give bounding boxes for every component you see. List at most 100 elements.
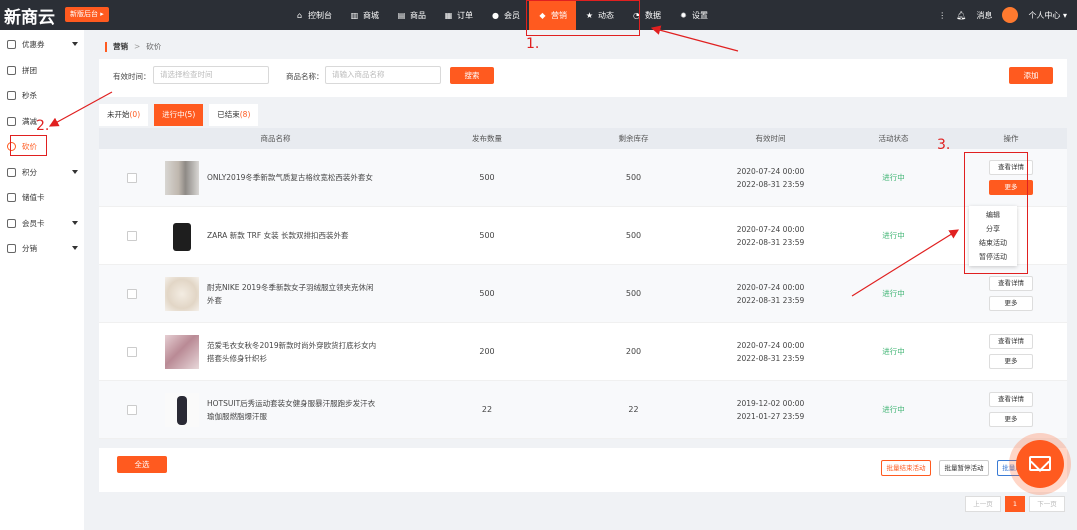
valid-time: 2020-07-24 00:00 2022-08-31 23:59 bbox=[709, 223, 832, 249]
breadcrumb-root[interactable]: 营销 bbox=[113, 41, 128, 52]
start-time: 2019-12-02 00:00 bbox=[736, 398, 805, 408]
tab-ended[interactable]: 已结束(8) bbox=[209, 104, 259, 126]
nav-label: 订单 bbox=[457, 10, 473, 20]
message-fab[interactable] bbox=[1016, 440, 1064, 488]
start-time: 2020-07-24 00:00 bbox=[736, 340, 805, 350]
tab-label: 已结束 bbox=[217, 110, 240, 119]
prev-page-button[interactable]: 上一页 bbox=[965, 496, 1001, 512]
view-detail-button[interactable]: 查看详情 bbox=[989, 276, 1033, 291]
nav-label: 商城 bbox=[363, 10, 379, 20]
end-time: 2022-08-31 23:59 bbox=[736, 353, 805, 363]
status-tabs: 未开始(0) 进行中(5) 已结束(8) bbox=[99, 104, 259, 126]
time-filter-label: 有效时间： bbox=[113, 72, 151, 81]
sidebar-item-distribution[interactable]: 分销 bbox=[0, 236, 84, 262]
user-center-label: 个人中心 bbox=[1028, 10, 1061, 20]
status-badge: 进行中 bbox=[882, 289, 905, 298]
sidebar-item-label: 积分 bbox=[22, 167, 37, 177]
nav-item-members[interactable]: ● 会员 bbox=[482, 0, 529, 30]
nav-item-orders[interactable]: ▦ 订单 bbox=[435, 0, 482, 30]
nav-item-mall[interactable]: ▥ 商城 bbox=[341, 0, 388, 30]
bell-icon[interactable]: 🔔︎ bbox=[956, 11, 966, 20]
more-dots-icon[interactable]: ⋮ bbox=[938, 11, 946, 20]
page-1-button[interactable]: 1 bbox=[1005, 496, 1025, 512]
switch-backend-button[interactable]: 新版后台 ▸ bbox=[65, 7, 109, 22]
nav-item-goods[interactable]: ▤ 商品 bbox=[388, 0, 435, 30]
sidebar-item-group-buy[interactable]: 拼团 bbox=[0, 58, 84, 84]
sidebar-item-label: 会员卡 bbox=[22, 218, 45, 228]
view-detail-button[interactable]: 查看详情 bbox=[989, 334, 1033, 349]
diamond-icon bbox=[7, 218, 16, 228]
gear-icon: ✹ bbox=[680, 10, 687, 20]
more-button[interactable]: 更多 bbox=[989, 354, 1033, 369]
more-button[interactable]: 更多 bbox=[989, 296, 1033, 311]
row-checkbox[interactable] bbox=[127, 346, 137, 357]
messages-link[interactable]: 消息 bbox=[976, 10, 992, 21]
start-time: 2020-07-24 00:00 bbox=[736, 282, 805, 292]
more-button[interactable]: 更多 bbox=[989, 412, 1033, 427]
breadcrumb-marker bbox=[105, 41, 107, 52]
nav-item-console[interactable]: ⌂ 控制台 bbox=[286, 0, 341, 30]
sidebar-item-stored-card[interactable]: 储值卡 bbox=[0, 185, 84, 211]
sidebar-item-flash-sale[interactable]: 秒杀 bbox=[0, 83, 84, 109]
row-checkbox[interactable] bbox=[127, 288, 137, 299]
product-thumbnail[interactable] bbox=[165, 392, 199, 427]
batch-end-button[interactable]: 批量结束活动 bbox=[881, 460, 931, 476]
remaining-stock: 500 bbox=[625, 173, 642, 182]
view-detail-button[interactable]: 查看详情 bbox=[989, 392, 1033, 407]
sidebar-item-member-card[interactable]: 会员卡 bbox=[0, 211, 84, 237]
product-thumbnail[interactable] bbox=[165, 218, 199, 253]
annotation-number-1: 1. bbox=[526, 36, 540, 52]
remaining-stock: 22 bbox=[628, 405, 639, 414]
nav-label: 设置 bbox=[692, 10, 708, 20]
annotation-box-bargain bbox=[10, 135, 47, 156]
sidebar-item-points[interactable]: 积分 bbox=[0, 160, 84, 186]
end-time: 2021-01-27 23:59 bbox=[736, 411, 805, 421]
search-button[interactable]: 搜索 bbox=[450, 67, 494, 84]
batch-pause-button[interactable]: 批量暂停活动 bbox=[939, 460, 989, 476]
row-checkbox[interactable] bbox=[127, 404, 137, 415]
annotation-arrow-1 bbox=[650, 25, 739, 52]
nav-label: 数据 bbox=[645, 10, 661, 20]
header-time: 有效时间 bbox=[755, 134, 786, 143]
valid-time: 2020-07-24 00:00 2022-08-31 23:59 bbox=[709, 339, 832, 365]
row-checkbox[interactable] bbox=[127, 230, 137, 241]
time-filter-input[interactable]: 请选择检查时间 bbox=[153, 66, 269, 84]
status-badge: 进行中 bbox=[882, 405, 905, 414]
avatar[interactable] bbox=[1002, 7, 1019, 23]
status-badge: 进行中 bbox=[882, 173, 905, 182]
tab-label: 未开始 bbox=[107, 110, 130, 119]
product-name: HOTSUIT后秀运动套装女健身服暴汗服跑步发汗衣瑜伽服燃脂爆汗服 bbox=[207, 398, 376, 421]
valid-time: 2020-07-24 00:00 2022-08-31 23:59 bbox=[709, 281, 832, 307]
next-page-button[interactable]: 下一页 bbox=[1029, 496, 1065, 512]
add-button[interactable]: 添加 bbox=[1009, 67, 1053, 84]
status-badge: 进行中 bbox=[882, 347, 905, 356]
user-center-link[interactable]: 个人中心 ▾ bbox=[1028, 10, 1067, 21]
user-icon: ● bbox=[492, 10, 499, 20]
annotation-number-2: 2. bbox=[36, 118, 50, 134]
product-thumbnail[interactable] bbox=[165, 334, 199, 369]
goods-icon: ▤ bbox=[397, 10, 406, 20]
end-time: 2022-08-31 23:59 bbox=[736, 179, 805, 189]
product-thumbnail[interactable] bbox=[165, 276, 199, 311]
name-filter-input[interactable]: 请输入商品名称 bbox=[325, 66, 441, 84]
coupon-icon bbox=[7, 40, 16, 50]
remaining-stock: 200 bbox=[625, 347, 642, 356]
brand-logo[interactable]: 新商云 bbox=[4, 3, 55, 28]
publish-qty: 200 bbox=[479, 347, 495, 356]
sidebar-item-label: 拼团 bbox=[22, 65, 37, 75]
tab-not-started[interactable]: 未开始(0) bbox=[99, 104, 149, 126]
select-all-button[interactable]: 全选 bbox=[117, 456, 167, 473]
order-icon: ▦ bbox=[444, 10, 453, 20]
caret-down-icon bbox=[72, 246, 78, 250]
product-thumbnail[interactable] bbox=[165, 160, 199, 195]
points-icon bbox=[7, 167, 16, 177]
thumb-shape bbox=[173, 222, 191, 251]
header-qty: 发布数量 bbox=[472, 134, 502, 143]
nav-item-settings[interactable]: ✹ 设置 bbox=[670, 0, 717, 30]
header-name: 商品名称 bbox=[260, 134, 291, 143]
tab-in-progress[interactable]: 进行中(5) bbox=[154, 104, 204, 126]
row-checkbox[interactable] bbox=[127, 172, 137, 183]
publish-qty: 500 bbox=[479, 173, 495, 182]
sidebar-item-coupons[interactable]: 优惠券 bbox=[0, 32, 84, 58]
top-nav: ⌂ 控制台 ▥ 商城 ▤ 商品 ▦ 订单 ● 会员 ◆ 营销 ★ 动态 ◔ 数据 ✹ 设置 bbox=[286, 0, 717, 30]
